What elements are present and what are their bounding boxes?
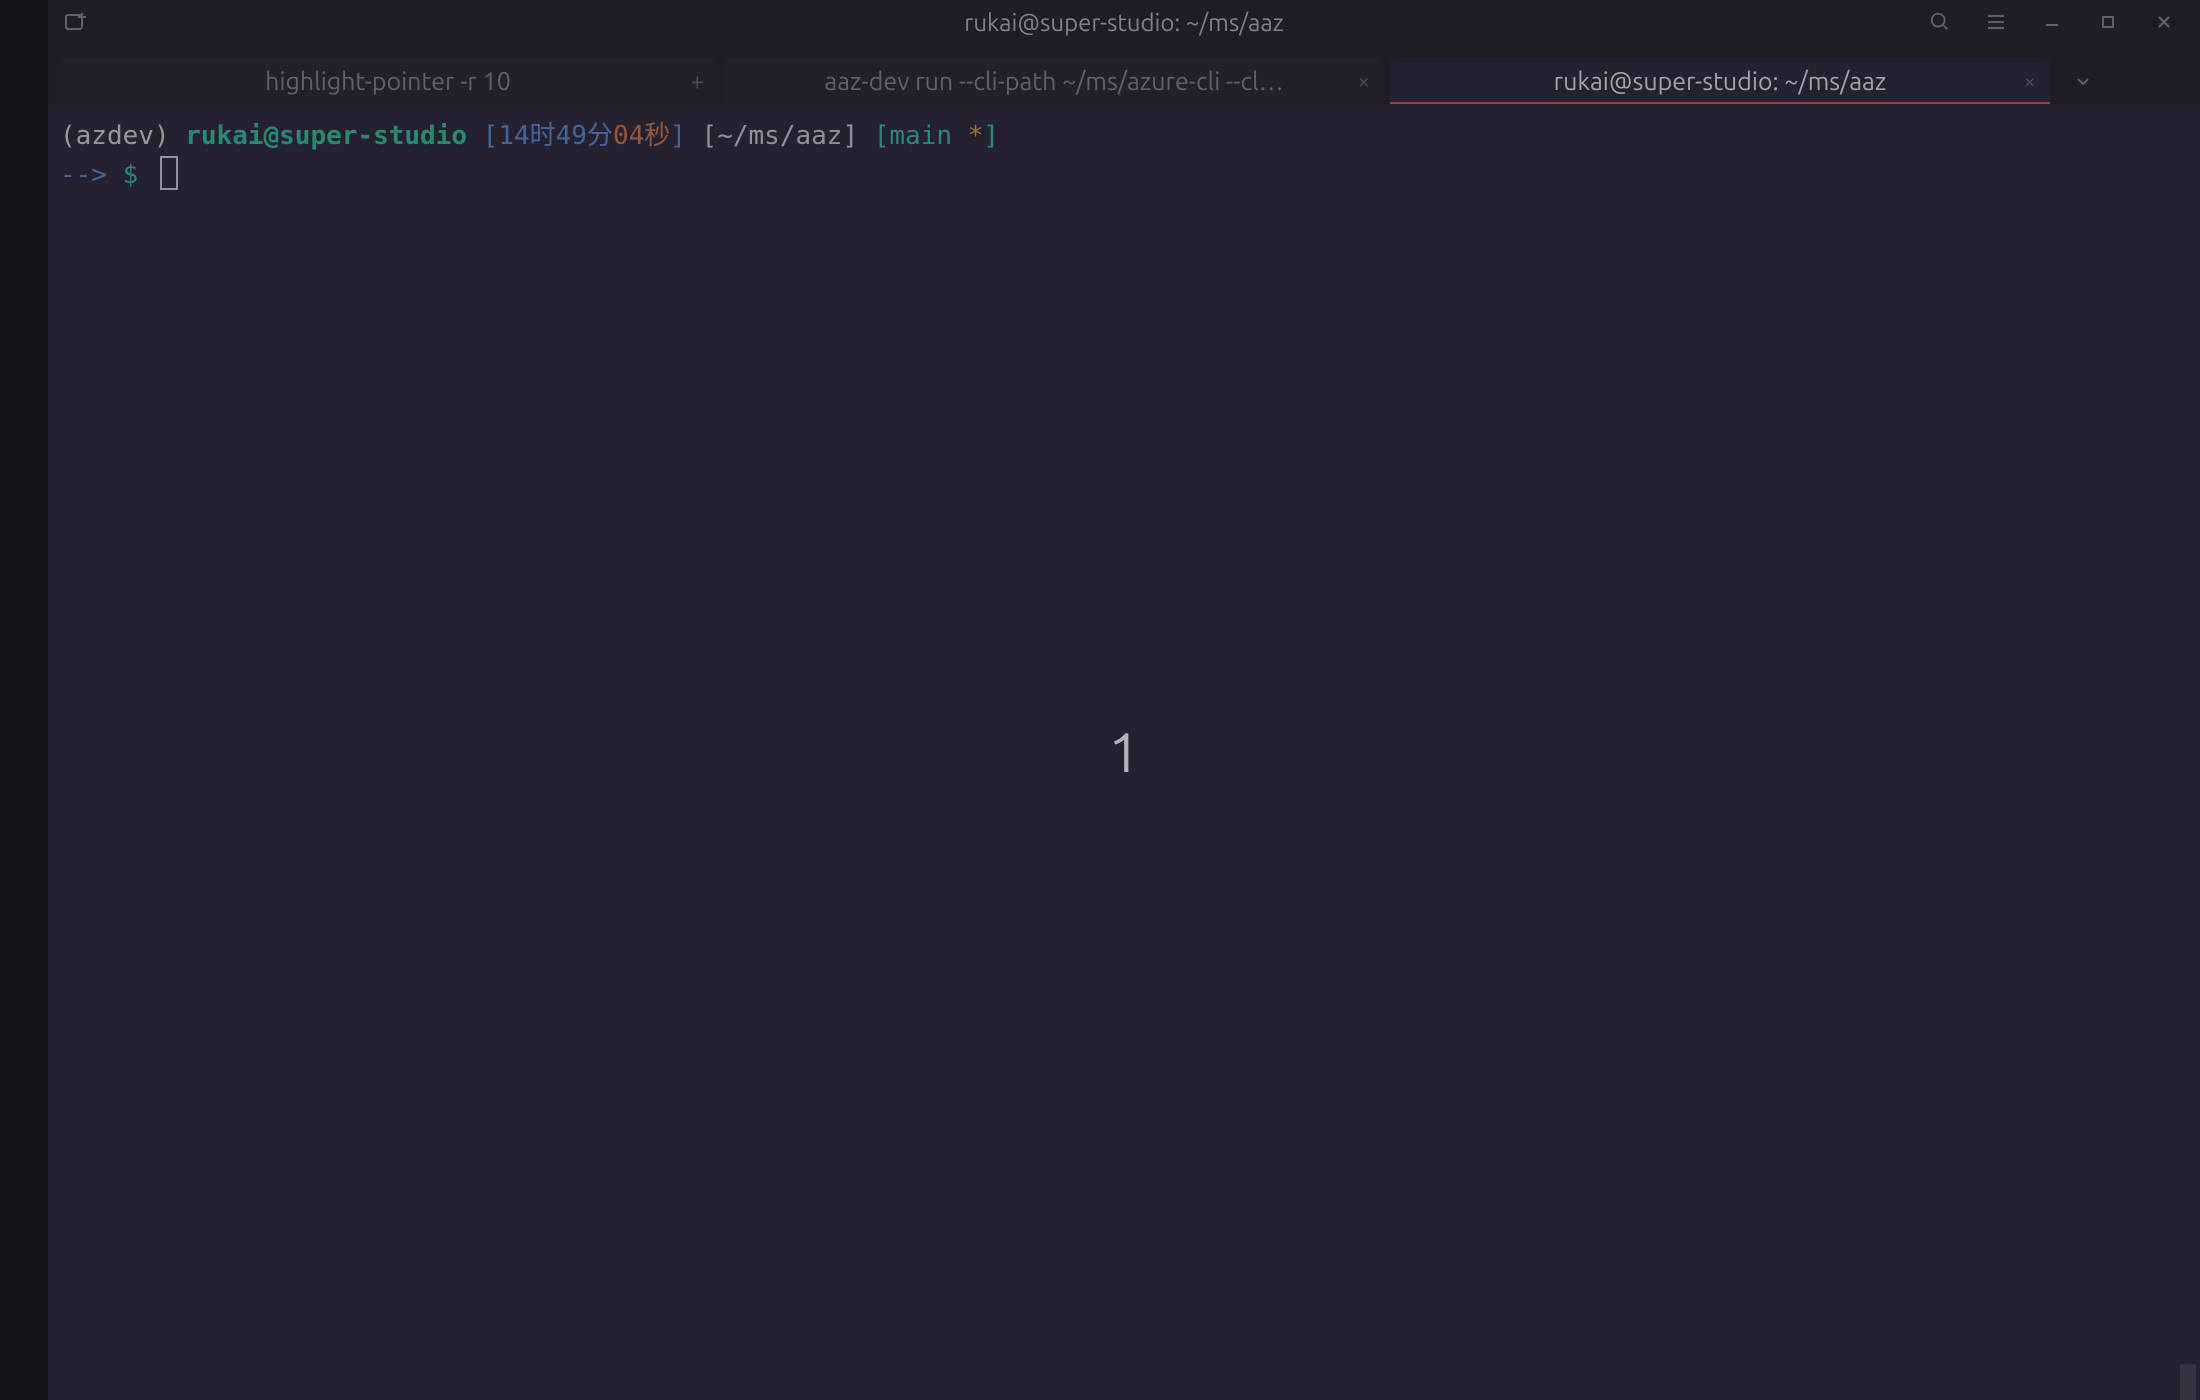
overlay-number-text: 1 xyxy=(1108,711,1140,792)
prompt-git-branch: main xyxy=(889,121,967,151)
prompt-env: (azdev) xyxy=(60,121,185,151)
prompt-arrow: --> xyxy=(60,160,107,190)
prompt-dollar: $ xyxy=(107,160,154,190)
tab-label: aaz-dev run --cli-path ~/ms/azure-cli --… xyxy=(824,67,1283,95)
scrollbar-thumb[interactable] xyxy=(2180,1364,2196,1400)
prompt-time-open: [ xyxy=(467,121,498,151)
prompt-time-close: ] xyxy=(670,121,686,151)
prompt-line-1: (azdev) rukai@super-studio [14时49分04秒] [… xyxy=(60,118,2188,156)
search-icon[interactable] xyxy=(1912,0,1968,44)
terminal-window: rukai@super-studio: ~/ms/aaz xyxy=(48,0,2200,1400)
tabs-dropdown-button[interactable] xyxy=(2056,58,2110,104)
overlay-number: 1 xyxy=(48,104,2200,1400)
tab-2[interactable]: rukai@super-studio: ~/ms/aaz × xyxy=(1390,58,2050,104)
prompt-sec: 04秒 xyxy=(613,121,670,151)
close-button[interactable] xyxy=(2136,0,2192,44)
new-tab-button[interactable] xyxy=(56,6,96,38)
tab-close-icon[interactable]: × xyxy=(1358,69,1370,94)
prompt-git-open: [ xyxy=(874,121,890,151)
terminal-viewport[interactable]: (azdev) rukai@super-studio [14时49分04秒] [… xyxy=(48,104,2200,1400)
titlebar: rukai@super-studio: ~/ms/aaz xyxy=(48,0,2200,44)
prompt-line-2: --> $ xyxy=(60,156,2188,195)
prompt-git-close: ] xyxy=(983,121,999,151)
prompt-hour: 14时 xyxy=(498,121,555,151)
tab-label: rukai@super-studio: ~/ms/aaz xyxy=(1554,67,1887,95)
titlebar-right xyxy=(1912,0,2192,44)
tab-1[interactable]: aaz-dev run --cli-path ~/ms/azure-cli --… xyxy=(724,58,1384,104)
prompt-user: rukai@super-studio xyxy=(185,121,467,151)
desktop-left-edge xyxy=(0,0,48,1400)
maximize-button[interactable] xyxy=(2080,0,2136,44)
desktop: rukai@super-studio: ~/ms/aaz xyxy=(0,0,2200,1400)
tab-add-icon[interactable]: + xyxy=(690,68,704,95)
cursor xyxy=(160,156,178,190)
prompt-path: [~/ms/aaz] xyxy=(686,121,874,151)
prompt-git-star: * xyxy=(968,121,984,151)
window-title: rukai@super-studio: ~/ms/aaz xyxy=(48,9,2200,36)
tab-label: highlight-pointer -r 10 xyxy=(265,67,511,95)
tab-strip: highlight-pointer -r 10 + aaz-dev run --… xyxy=(48,44,2200,104)
prompt-min: 49分 xyxy=(556,121,613,151)
minimize-button[interactable] xyxy=(2024,0,2080,44)
hamburger-icon[interactable] xyxy=(1968,0,2024,44)
tab-0[interactable]: highlight-pointer -r 10 + xyxy=(58,58,718,104)
tab-close-icon[interactable]: × xyxy=(2024,69,2036,94)
